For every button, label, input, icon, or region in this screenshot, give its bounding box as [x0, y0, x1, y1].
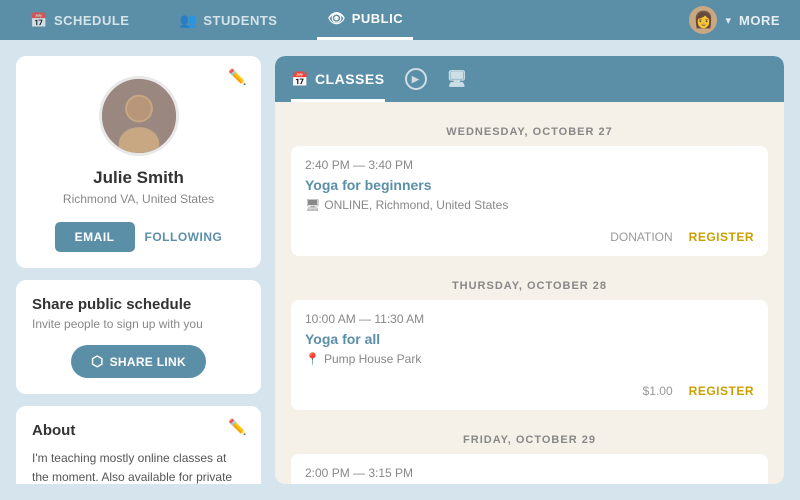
- edit-profile-icon[interactable]: ✏️: [228, 68, 247, 86]
- right-tabs: 📅 CLASSES ▶ 🖥: [275, 56, 784, 102]
- share-link-label: SHARE LINK: [110, 355, 186, 369]
- class-location: 🖥 ONLINE, Richmond, United States: [305, 198, 754, 212]
- monitor-location-icon: 🖥: [305, 198, 320, 212]
- location-text: ONLINE, Richmond, United States: [324, 198, 508, 212]
- calendar-tab-icon: 📅: [291, 71, 309, 88]
- profile-avatar: [99, 76, 179, 156]
- profile-location: Richmond VA, United States: [32, 192, 245, 206]
- nav-item-public[interactable]: 👁 PUBLIC: [317, 0, 413, 40]
- eye-icon: 👁: [327, 10, 345, 27]
- classes-list: WEDNESDAY, OCTOBER 27 2:40 PM — 3:40 PM …: [275, 102, 784, 484]
- play-icon: ▶: [405, 68, 427, 90]
- class-price: $1.00: [643, 384, 673, 398]
- class-time: 2:00 PM — 3:15 PM: [305, 466, 754, 480]
- tab-monitor[interactable]: 🖥: [447, 56, 468, 102]
- date-header-wed: WEDNESDAY, OCTOBER 27: [291, 112, 768, 146]
- nav-item-schedule[interactable]: 📅 SCHEDULE: [20, 0, 139, 40]
- class-name[interactable]: Yoga for all: [305, 331, 754, 347]
- monitor-icon: 🖥: [447, 69, 468, 89]
- class-footer: DONATION REGISTER: [305, 222, 754, 244]
- chevron-down-icon: ▾: [725, 14, 731, 27]
- top-nav: 📅 SCHEDULE 👥 STUDENTS 👁 PUBLIC 👩 ▾ MORE: [0, 0, 800, 40]
- class-card-yoga-beginners: 2:40 PM — 3:40 PM Yoga for beginners 🖥 O…: [291, 146, 768, 256]
- left-panel: ✏️ Julie Smith Richmond VA, United State…: [16, 56, 261, 484]
- calendar-icon: 📅: [30, 12, 48, 29]
- class-price: DONATION: [610, 230, 672, 244]
- pin-icon: 📍: [305, 352, 320, 366]
- nav-label-public: PUBLIC: [352, 11, 403, 26]
- location-text: Pump House Park: [324, 352, 421, 366]
- tab-classes[interactable]: 📅 CLASSES: [291, 56, 385, 102]
- class-time: 2:40 PM — 3:40 PM: [305, 158, 754, 172]
- register-button[interactable]: REGISTER: [689, 384, 754, 398]
- nav-label-schedule: SCHEDULE: [54, 13, 130, 28]
- date-header-thu: THURSDAY, OCTOBER 28: [291, 266, 768, 300]
- register-button[interactable]: REGISTER: [689, 230, 754, 244]
- main-layout: ✏️ Julie Smith Richmond VA, United State…: [0, 40, 800, 500]
- profile-actions: EMAIL FOLLOWING: [32, 222, 245, 252]
- nav-item-students[interactable]: 👥 STUDENTS: [169, 0, 287, 40]
- user-avatar: 👩: [689, 6, 717, 34]
- profile-name: Julie Smith: [32, 168, 245, 188]
- class-card-vinyasa: 2:00 PM — 3:15 PM Vinyasa Flow 🖥 ONLINE,…: [291, 454, 768, 484]
- about-text: I'm teaching mostly online classes at th…: [32, 449, 245, 484]
- share-link-button[interactable]: ⬡ SHARE LINK: [71, 345, 206, 378]
- right-panel: 📅 CLASSES ▶ 🖥 WEDNESDAY, OCTOBER 27 2:40…: [275, 56, 784, 484]
- share-card: Share public schedule Invite people to s…: [16, 280, 261, 394]
- share-subtitle: Invite people to sign up with you: [32, 317, 245, 331]
- date-header-fri: FRIDAY, OCTOBER 29: [291, 420, 768, 454]
- about-title: About: [32, 422, 245, 439]
- students-icon: 👥: [179, 12, 197, 29]
- profile-card: ✏️ Julie Smith Richmond VA, United State…: [16, 56, 261, 268]
- class-location: 📍 Pump House Park: [305, 352, 754, 366]
- about-card: ✏️ About I'm teaching mostly online clas…: [16, 406, 261, 484]
- class-time: 10:00 AM — 11:30 AM: [305, 312, 754, 326]
- tab-classes-label: CLASSES: [315, 71, 385, 87]
- class-name[interactable]: Yoga for beginners: [305, 177, 754, 193]
- more-label: MORE: [739, 13, 780, 28]
- following-button[interactable]: FOLLOWING: [145, 222, 223, 252]
- tab-play[interactable]: ▶: [405, 56, 427, 102]
- nav-label-students: STUDENTS: [203, 13, 277, 28]
- edit-about-icon[interactable]: ✏️: [228, 418, 247, 436]
- class-card-yoga-all: 10:00 AM — 11:30 AM Yoga for all 📍 Pump …: [291, 300, 768, 410]
- class-footer: $1.00 REGISTER: [305, 376, 754, 398]
- share-title: Share public schedule: [32, 296, 245, 313]
- email-button[interactable]: EMAIL: [55, 222, 135, 252]
- nav-more[interactable]: 👩 ▾ MORE: [689, 6, 780, 34]
- share-icon: ⬡: [91, 353, 104, 370]
